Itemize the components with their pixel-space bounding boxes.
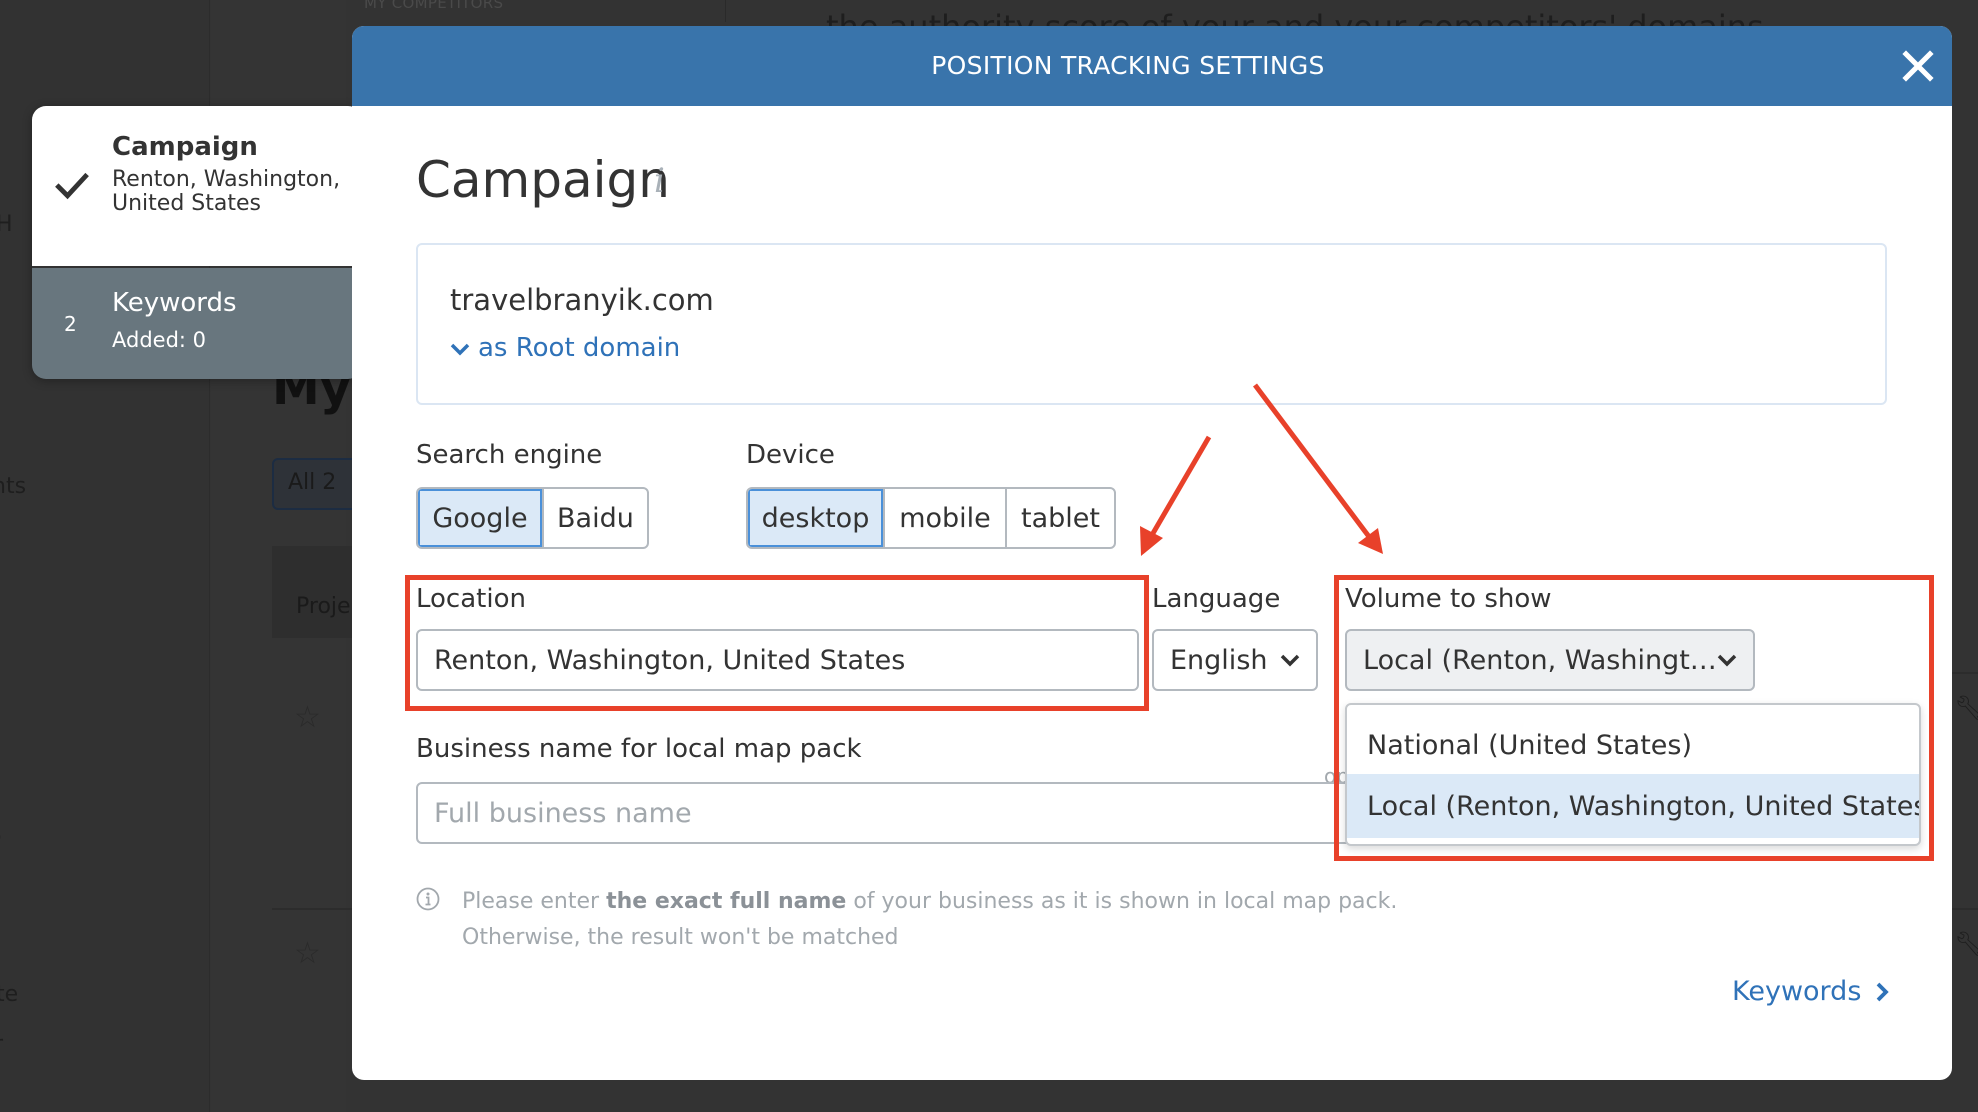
volume-select[interactable]: Local (Renton, Washingt… [1345,629,1755,691]
wrench-icon: 🔧︎ [1954,694,1978,722]
volume-dropdown-menu: National (United States) Local (Renton, … [1345,703,1921,846]
step-title: Campaign [112,132,258,162]
device-tablet[interactable]: tablet [1007,489,1114,547]
domain-scope-label: as Root domain [478,333,681,363]
volume-value: Local (Renton, Washingt… [1363,644,1717,676]
section-heading: Campaign [416,151,670,209]
next-link-label: Keywords [1732,976,1862,1007]
chevron-right-icon [1877,982,1890,1001]
location-input[interactable]: Renton, Washington, United States [416,629,1139,691]
business-name-input[interactable]: Full business name [416,782,1376,844]
background-fragment: r [0,1032,3,1057]
info-circle-icon [416,887,440,911]
wrench-icon: 🔧︎ [1954,930,1978,958]
checkmark-icon [55,172,89,200]
device-desktop[interactable]: desktop [748,489,885,547]
business-name-label: Business name for local map pack [416,734,862,764]
step-subtitle: Added: 0 [112,328,207,352]
background-fragment: H [0,212,13,237]
search-engine-baidu[interactable]: Baidu [544,489,647,547]
next-keywords-link[interactable]: Keywords [1732,976,1890,1007]
help-text-line2: Otherwise, the result won't be matched [462,925,899,950]
step-campaign[interactable]: Campaign Renton, Washington, United Stat… [32,106,362,266]
help-text-prefix: Please enter [462,889,607,914]
search-engine-toggle: Google Baidu [416,487,649,549]
volume-label: Volume to show [1345,584,1552,614]
help-text-bold: the exact full name [606,889,847,914]
info-icon[interactable]: i [654,161,665,201]
chevron-down-icon [1280,654,1300,667]
background-project-column: Proje [296,594,351,619]
modal-content: Campaign i travelbranyik.com as Root dom… [352,106,1952,1080]
domain-card: travelbranyik.com as Root domain [416,243,1887,405]
star-icon: ☆ [294,700,321,735]
device-mobile[interactable]: mobile [885,489,1007,547]
background-competitors-label: MY COMPETITORS [364,0,504,12]
chevron-down-icon [1717,654,1737,667]
search-engine-google[interactable]: Google [418,489,544,547]
position-tracking-settings-modal: POSITION TRACKING SETTINGS Campaign i tr… [352,26,1952,1080]
domain-name: travelbranyik.com [450,283,714,317]
step-title: Keywords [112,288,237,318]
step-keywords[interactable]: 2 Keywords Added: 0 [32,268,362,379]
modal-title: POSITION TRACKING SETTINGS [931,51,1325,80]
help-text-suffix: of your business as it is shown in local… [846,889,1398,914]
close-icon[interactable] [1900,48,1936,84]
device-label: Device [746,440,835,470]
location-label: Location [416,584,526,614]
domain-scope-toggle[interactable]: as Root domain [450,333,680,363]
background-fragment: te [0,982,19,1007]
step-number: 2 [64,312,77,336]
step-subtitle: Renton, Washington, United States [112,167,341,216]
wizard-steps: Campaign Renton, Washington, United Stat… [32,106,362,379]
background-fragment: nts [0,474,27,499]
language-value: English [1170,644,1268,676]
search-engine-label: Search engine [416,440,603,470]
modal-header: POSITION TRACKING SETTINGS [352,26,1952,106]
help-text: Please enter the exact full name of your… [462,884,1412,956]
background-fragment: o [0,824,1,849]
volume-option-local[interactable]: Local (Renton, Washington, United States… [1347,774,1919,838]
language-select[interactable]: English [1152,629,1318,691]
device-toggle: desktop mobile tablet [746,487,1116,549]
background-row-divider [272,908,362,910]
star-icon: ☆ [294,936,321,971]
chevron-down-icon [450,343,470,355]
background-row-divider [1952,908,1978,910]
background-table-header [272,546,362,638]
background-row-divider [1952,672,1978,674]
language-label: Language [1152,584,1281,614]
volume-option-national[interactable]: National (United States) [1347,713,1919,777]
background-filter-all: All 2 [272,458,362,510]
